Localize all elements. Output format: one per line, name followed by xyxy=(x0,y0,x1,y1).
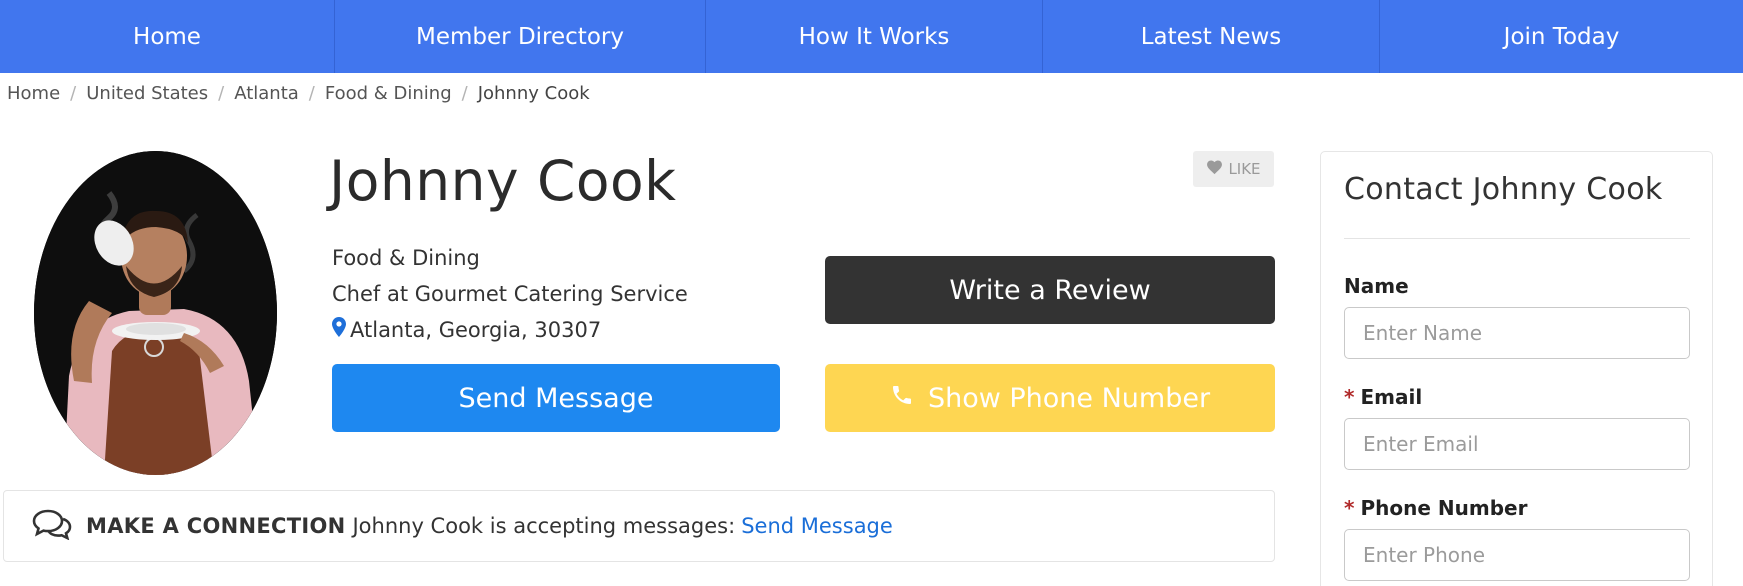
name-label: Name xyxy=(1344,274,1409,298)
breadcrumb-separator: / xyxy=(70,82,77,104)
connection-heading: MAKE A CONNECTION xyxy=(86,514,346,538)
breadcrumb-separator: / xyxy=(461,82,468,104)
required-marker: * xyxy=(1344,385,1355,409)
contact-divider xyxy=(1344,238,1690,239)
like-button[interactable]: LIKE xyxy=(1193,151,1274,187)
phone-icon xyxy=(890,383,914,414)
chat-bubbles-icon xyxy=(32,508,86,545)
email-label-text: Email xyxy=(1360,385,1423,409)
phone-label-text: Phone Number xyxy=(1360,496,1528,520)
breadcrumb-united-states[interactable]: United States xyxy=(86,83,208,104)
phone-label: * Phone Number xyxy=(1344,496,1527,520)
connection-bar: MAKE A CONNECTION Johnny Cook is accepti… xyxy=(3,490,1275,562)
profile-title: Chef at Gourmet Catering Service xyxy=(332,282,688,306)
nav-join-today[interactable]: Join Today xyxy=(1380,0,1743,73)
breadcrumb-home[interactable]: Home xyxy=(7,83,60,104)
contact-form-card: Contact Johnny Cook Name *Email *Phone N… xyxy=(1320,151,1713,586)
profile-avatar xyxy=(34,151,277,475)
nav-home[interactable]: Home xyxy=(0,0,335,73)
breadcrumb-atlanta[interactable]: Atlanta xyxy=(234,83,299,104)
show-phone-number-button[interactable]: Show Phone Number xyxy=(825,364,1275,432)
breadcrumb-separator: / xyxy=(218,82,225,104)
nav-member-directory[interactable]: Member Directory xyxy=(335,0,706,73)
location-text: Atlanta, Georgia, 30307 xyxy=(350,318,602,342)
nav-latest-news[interactable]: Latest News xyxy=(1043,0,1380,73)
email-label: * Email xyxy=(1344,385,1422,409)
top-navigation: Home Member Directory How It Works Lates… xyxy=(0,0,1743,73)
profile-name: Johnny Cook xyxy=(329,149,677,213)
profile-location: Atlanta, Georgia, 30307 xyxy=(332,315,601,345)
nav-how-it-works[interactable]: How It Works xyxy=(706,0,1043,73)
breadcrumb-food-dining[interactable]: Food & Dining xyxy=(325,83,452,104)
contact-title: Contact Johnny Cook xyxy=(1344,172,1663,207)
map-marker-icon xyxy=(332,315,346,345)
email-field[interactable] xyxy=(1344,418,1690,470)
like-label: LIKE xyxy=(1228,160,1261,178)
required-marker: * xyxy=(1344,496,1355,520)
phone-field[interactable] xyxy=(1344,529,1690,581)
connection-send-message-link[interactable]: Send Message xyxy=(741,514,893,538)
show-phone-label: Show Phone Number xyxy=(927,382,1211,414)
breadcrumb-separator: / xyxy=(308,82,315,104)
write-review-button[interactable]: Write a Review xyxy=(825,256,1275,324)
connection-text: Johnny Cook is accepting messages: xyxy=(352,514,736,538)
heart-icon xyxy=(1206,159,1223,179)
name-field[interactable] xyxy=(1344,307,1690,359)
send-message-button[interactable]: Send Message xyxy=(332,364,780,432)
breadcrumb: Home / United States / Atlanta / Food & … xyxy=(7,81,590,105)
profile-category: Food & Dining xyxy=(332,246,480,270)
breadcrumb-current: Johnny Cook xyxy=(477,82,590,104)
